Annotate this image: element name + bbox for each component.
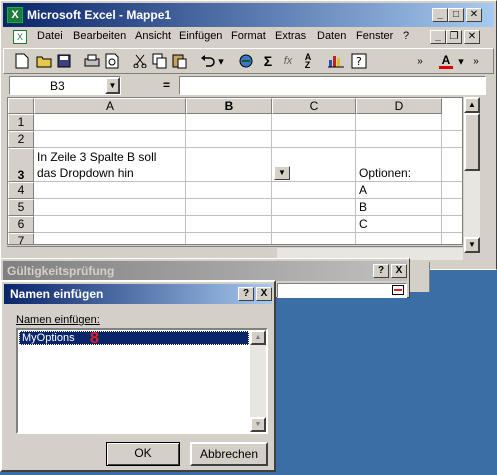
copy-icon[interactable] [150,51,170,71]
cell-d6[interactable]: C [356,216,368,232]
listbox-scroll-down-button[interactable]: ▼ [250,417,266,432]
insert-name-dialog-title-bar[interactable]: Namen einfügen ? X [4,284,272,304]
row-header-6[interactable]: 6 [8,216,34,233]
undo-icon[interactable] [198,51,218,71]
cell-d3[interactable]: Optionen: [356,165,411,181]
doc-restore-button[interactable]: ❐ [446,30,462,44]
ok-button[interactable]: OK [106,442,180,466]
autosum-icon[interactable]: Σ [258,51,278,71]
row-header-5[interactable]: 5 [8,199,34,216]
names-list-label: Namen einfügen: [16,314,100,326]
row-header-3[interactable]: 3 [8,148,34,182]
names-listbox-scrollbar[interactable]: ▲ ▼ [250,330,266,432]
maximize-button[interactable]: □ [448,8,464,22]
excel-app-icon: X [7,7,23,23]
menu-format[interactable]: Format [231,27,266,45]
validation-dialog-title-bar[interactable]: Gültigkeitsprüfung ? X [3,261,407,281]
vertical-scrollbar[interactable]: ▲ ▼ [464,97,480,253]
paste-icon[interactable] [170,51,190,71]
cut-icon[interactable] [130,51,150,71]
select-all-corner[interactable] [8,98,34,114]
scroll-up-button[interactable]: ▲ [464,97,480,113]
hyperlink-icon[interactable] [236,51,256,71]
annotation-number: 8 [90,330,99,347]
formula-bar: B3 ▼ = [3,75,494,97]
menu-bar: X Datei Bearbeiten Ansicht Einfügen Form… [3,27,494,47]
insert-name-dialog: Namen einfügen ? X Namen einfügen: MyOpt… [0,280,276,472]
doc-close-button[interactable]: ✕ [464,30,480,44]
validation-source-field[interactable] [277,283,407,298]
scroll-thumb[interactable] [464,113,480,171]
cell-a3-line1[interactable]: In Zeile 3 Spalte B soll [34,149,156,165]
minimize-button[interactable]: _ [432,8,448,22]
name-box[interactable]: B3 ▼ [9,76,121,95]
menu-extras[interactable]: Extras [275,27,306,45]
excel-window: X Microsoft Excel - Mappe1 _ □ ✕ X Datei… [0,0,497,270]
save-icon[interactable] [54,51,74,71]
print-preview-icon[interactable] [102,51,122,71]
help-assistant-icon[interactable]: ? [349,51,369,71]
listbox-scroll-up-button[interactable]: ▲ [250,330,266,345]
column-header-a[interactable]: A [34,98,186,114]
insert-name-close-button[interactable]: X [256,287,272,301]
font-color-dropdown-icon[interactable]: ▾ [456,51,466,71]
row-header-1[interactable]: 1 [8,114,34,131]
menu-einfuegen[interactable]: Einfügen [179,27,222,45]
insert-name-dialog-title: Namen einfügen [10,287,104,301]
validation-dialog-title: Gültigkeitsprüfung [7,264,115,278]
cell-d4[interactable]: A [356,182,367,198]
toolbar-options-icon[interactable]: » [414,51,426,71]
menu-daten[interactable]: Daten [317,27,346,45]
menu-ansicht[interactable]: Ansicht [135,27,171,45]
menu-help[interactable]: ? [403,27,409,45]
names-list-item-label: MyOptions [22,332,75,344]
cancel-button[interactable]: Abbrechen [190,442,268,466]
formula-input[interactable] [179,76,486,95]
name-box-value: B3 [50,79,65,93]
validation-close-button[interactable]: X [391,264,407,278]
row-header-2[interactable]: 2 [8,131,34,148]
undo-dropdown-icon[interactable]: ▾ [216,51,226,71]
standard-toolbar: ▾ Σ fx AZ ? » A ▾ » [3,48,494,74]
excel-window-title: Microsoft Excel - Mappe1 [27,8,172,22]
cell-d5[interactable]: B [356,199,367,215]
names-listbox[interactable]: MyOptions 8 ▲ ▼ [16,328,268,434]
formula-equals-icon[interactable]: = [163,78,170,92]
workbook-icon[interactable]: X [13,30,27,44]
open-folder-icon[interactable] [34,51,54,71]
print-icon[interactable] [82,51,102,71]
row-header-7[interactable]: 7 [8,233,34,244]
close-button[interactable]: ✕ [466,8,482,22]
validation-help-button[interactable]: ? [373,264,389,278]
row-header-4[interactable]: 4 [8,182,34,199]
doc-minimize-button[interactable]: _ [430,30,446,44]
column-header-d[interactable]: D [356,98,442,114]
insert-name-help-button[interactable]: ? [238,287,254,301]
cell-b3-dropdown-button[interactable]: ▼ [274,166,290,180]
names-list-item-selected[interactable]: MyOptions [19,331,249,345]
sort-ascending-icon[interactable]: AZ [298,51,318,71]
svg-text:?: ? [356,55,362,68]
column-header-b[interactable]: B [186,98,272,114]
menu-datei[interactable]: Datei [37,27,63,45]
collapse-dialog-icon[interactable] [392,285,404,295]
new-file-icon[interactable] [12,51,32,71]
menu-fenster[interactable]: Fenster [356,27,393,45]
scroll-down-button[interactable]: ▼ [464,237,480,253]
cell-a3-line2[interactable]: das Dropdown hin [34,165,134,181]
font-color-icon[interactable]: A [436,51,456,71]
worksheet-grid: A B C D 1 2 3 4 5 6 7 In Zeile 3 Spalte … [7,97,463,245]
background-window-area [410,262,430,292]
menu-bearbeiten[interactable]: Bearbeiten [73,27,126,45]
excel-title-bar[interactable]: X Microsoft Excel - Mappe1 _ □ ✕ [3,3,494,27]
chart-wizard-icon[interactable] [326,51,346,71]
name-box-dropdown-button[interactable]: ▼ [105,77,120,94]
column-header-c[interactable]: C [272,98,356,114]
toolbar-overflow-icon[interactable]: » [470,51,482,71]
function-icon[interactable]: fx [278,51,298,71]
